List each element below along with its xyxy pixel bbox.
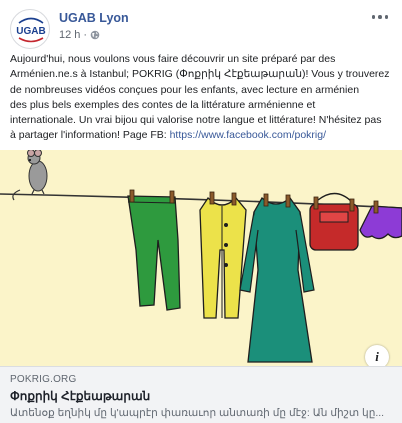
yellow-cardigan — [199, 196, 247, 319]
green-pants — [127, 195, 181, 311]
more-options-icon[interactable] — [368, 8, 392, 26]
post-text-line: de nombreuses vidéos conçues pour les en… — [10, 83, 360, 96]
post-text-line: des plus bels exemples des contes de la … — [10, 98, 316, 111]
link-description: Ատենօք եղնիկ մը կ'ապրէր փառաւոր անտառի մ… — [10, 407, 385, 419]
meta-separator: · — [83, 29, 88, 41]
link-domain: POKRIG.ORG — [10, 374, 77, 385]
purple-skirt — [359, 205, 402, 240]
facebook-post: UGAB UGAB Lyon 12 h · Aujourd'hui, nous … — [0, 0, 402, 423]
ugab-logo: UGAB — [16, 17, 46, 43]
globe-icon — [90, 30, 100, 40]
post-header: UGAB UGAB Lyon 12 h · — [0, 0, 402, 49]
post-text-line: à partager l'information! Page FB: — [10, 129, 170, 142]
post-message: Aujourd'hui, nous voulons vous faire déc… — [10, 52, 394, 144]
clothesline-illustration — [0, 150, 402, 363]
facebook-page-link[interactable]: https://www.facebook.com/pokrig/ — [170, 129, 326, 141]
post-text-line: Aujourd'hui, nous voulons vous faire déc… — [10, 53, 336, 65]
link-title[interactable]: Փոքրիկ Հէքեաթարան — [10, 389, 150, 403]
link-preview-image[interactable] — [0, 150, 402, 368]
link-preview-card[interactable]: POKRIG.ORG Փոքրիկ Հէքեաթարան Ատենօք եղնի… — [0, 366, 402, 423]
avatar-logo-text: UGAB — [16, 26, 45, 37]
post-text-line: internationale. Un vrai bijou qui valori… — [10, 114, 382, 127]
mouse-illustration — [12, 150, 48, 201]
page-name[interactable]: UGAB Lyon — [59, 11, 129, 25]
timestamp[interactable]: 12 h — [59, 29, 80, 41]
post-meta: 12 h · — [59, 29, 100, 41]
teal-dress — [239, 196, 315, 363]
post-text-last-line: à partager l'information! Page FB: https… — [10, 128, 394, 143]
avatar[interactable]: UGAB — [10, 9, 50, 49]
post-text-line: Arménien.ne.s à Istanbul; POKRIG (Փոքրիկ… — [10, 68, 390, 81]
